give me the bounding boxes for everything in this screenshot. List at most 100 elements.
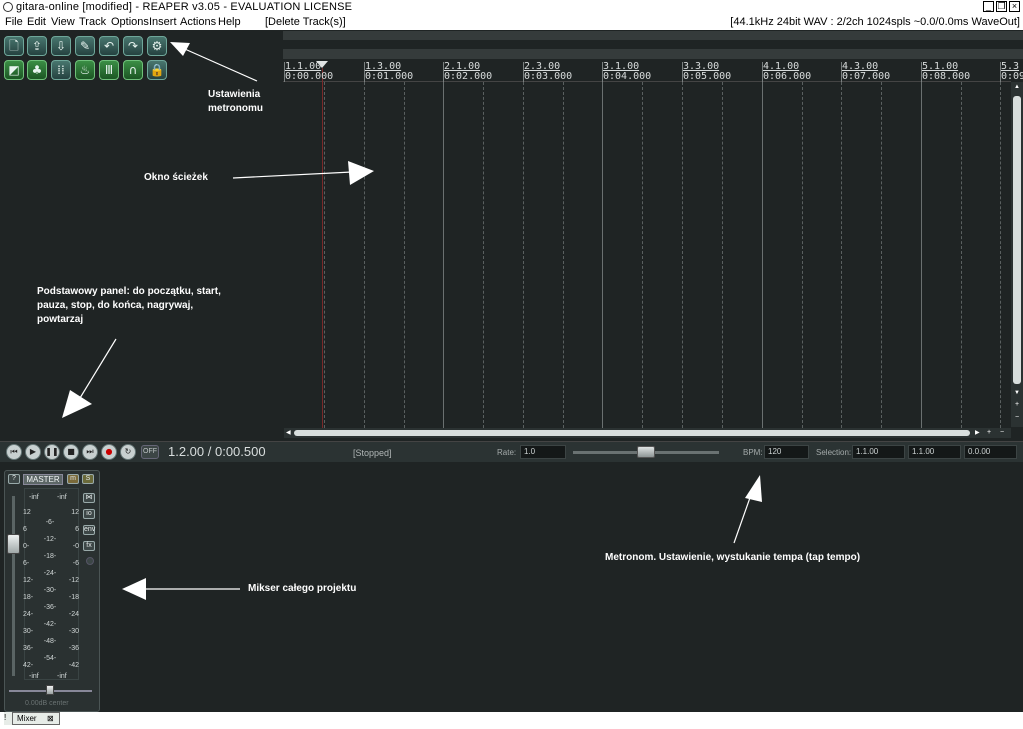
play-state-text: [Stopped] (353, 448, 392, 458)
meter-scale-label: 30- (23, 628, 34, 635)
window-title: gitara-online [modified] - REAPER v3.05 … (16, 1, 353, 13)
bpm-field[interactable]: 120 (764, 445, 809, 459)
meter-scale-label: -30- (43, 587, 57, 594)
master-label: MASTER (23, 474, 63, 485)
go-to-start-icon: ⏮ (10, 447, 18, 456)
panel-annotation-arrow (79, 338, 117, 399)
play-button[interactable]: ▶ (25, 444, 41, 460)
metronome-annotation-arrow (177, 45, 258, 82)
metronome-settings-note: Ustawienia metronomu (208, 88, 263, 116)
volume-fader-thumb[interactable] (7, 534, 20, 554)
last-action-indicator[interactable]: [Delete Track(s)] (265, 15, 346, 29)
mixer-tab-label: Mixer (17, 714, 37, 723)
env-button[interactable]: env (83, 525, 95, 535)
off-toggle-button[interactable]: OFF (141, 445, 159, 459)
rate-label: Rate: (497, 448, 517, 457)
route-icon: ⋈ (85, 494, 93, 501)
meter-scale-label: 6- (23, 560, 30, 567)
note-line: powtarzaj (37, 314, 84, 325)
meter-scale-label: 12- (23, 577, 34, 584)
tracks-annotation-arrow (232, 171, 353, 179)
selection-length-field[interactable]: 0.0.00 (964, 445, 1017, 459)
fx-button[interactable]: fx (83, 541, 95, 551)
mixer-dock-grip[interactable]: ! (4, 712, 12, 725)
stop-button[interactable]: ■ (63, 444, 79, 460)
meter-scale-label: -36- (43, 604, 57, 611)
selection-end-field[interactable]: 1.1.00 (908, 445, 961, 459)
meter-scale-label: -18 (68, 594, 79, 601)
mixer-tab[interactable]: Mixer ⊠ (12, 712, 60, 725)
meter-scale-label: 6 (75, 526, 79, 533)
meter-scale-label: -18- (43, 553, 57, 560)
note-line: Ustawienia (208, 89, 261, 100)
meter-scale-label: -6- (45, 519, 55, 526)
meter-scale-label: 42- (23, 662, 34, 669)
menu-options[interactable]: Options (111, 15, 149, 29)
pan-readout: 0.00dB center (25, 700, 69, 707)
pause-icon: ❚❚ (45, 447, 59, 456)
bottom-peak-right: -inf (57, 673, 67, 680)
tracks-window-note: Okno ścieżek (144, 172, 208, 183)
phase-button[interactable]: ⋈ (83, 493, 95, 503)
play-icon: ▶ (29, 447, 37, 456)
metronome-tempo-annotation-arrow (733, 491, 753, 544)
project-mixer-note: Mikser całego projektu (248, 583, 357, 594)
record-button[interactable]: ● (101, 444, 117, 460)
menu-view[interactable]: View (51, 15, 75, 29)
meter-scale-label: -48- (43, 638, 57, 645)
io-button[interactable]: io (83, 509, 95, 519)
solo-button[interactable]: S (82, 474, 94, 484)
mute-button[interactable]: m (67, 474, 79, 484)
go-to-start-button[interactable]: ⏮ (6, 444, 22, 460)
selection-label: Selection: (816, 448, 852, 457)
bpm-label: BPM: (743, 448, 763, 457)
title-bar: gitara-online [modified] - REAPER v3.05 … (0, 0, 1023, 14)
meter-scale-label: 36- (23, 645, 34, 652)
selection-start-field[interactable]: 1.1.00 (852, 445, 905, 459)
meter-scale-label: -30 (68, 628, 79, 635)
menu-help[interactable]: Help (218, 15, 241, 29)
meter-scale-label: -12- (43, 536, 57, 543)
menu-actions[interactable]: Actions (180, 15, 216, 29)
help-button[interactable]: ? (8, 474, 20, 484)
menu-bar: File Edit View Track Options Insert Acti… (0, 15, 1023, 29)
meter-scale-label: -0 (72, 543, 79, 550)
position-display[interactable]: 1.2.00 / 0:00.500 (168, 444, 266, 459)
rate-field[interactable]: 1.0 (520, 445, 566, 459)
menu-insert[interactable]: Insert (149, 15, 177, 29)
annotation-arrows (62, 42, 762, 600)
minimize-button[interactable]: _ (983, 1, 994, 12)
fx-bypass-icon[interactable] (86, 557, 94, 565)
menu-edit[interactable]: Edit (27, 15, 46, 29)
meter-scale-label: 24- (23, 611, 34, 618)
note-line: pauza, stop, do końca, nagrywaj, (37, 300, 194, 311)
close-button[interactable]: × (1009, 1, 1020, 12)
pan-slider-thumb[interactable] (46, 685, 54, 695)
meter-scale-label: -42 (68, 662, 79, 669)
note-line: metronomu (208, 103, 263, 114)
stop-icon: ■ (67, 447, 75, 456)
repeat-button[interactable]: ↻ (120, 444, 136, 460)
volume-fader-track[interactable] (12, 496, 15, 676)
bottom-peak-left: -inf (29, 673, 39, 680)
meter-scale-label: -36 (68, 645, 79, 652)
menu-file[interactable]: File (5, 15, 23, 29)
meter-scale-label: -54- (43, 655, 57, 662)
rate-slider-thumb[interactable] (637, 446, 655, 458)
meter-scale-label: 12 (23, 509, 31, 516)
meter-scale-label: -24 (68, 611, 79, 618)
basic-panel-note: Podstawowy panel: do początku, start, pa… (37, 285, 221, 327)
meter-scale-label: -12 (68, 577, 79, 584)
record-icon: ● (105, 447, 113, 456)
meter-scale-label: 6 (23, 526, 27, 533)
meter-scale-label: 12 (71, 509, 79, 516)
note-line: Podstawowy panel: do początku, start, (37, 286, 221, 297)
go-to-end-icon: ⏭ (86, 447, 94, 456)
go-to-end-button[interactable]: ⏭ (82, 444, 98, 460)
pause-button[interactable]: ❚❚ (44, 444, 60, 460)
menu-track[interactable]: Track (79, 15, 106, 29)
restore-button[interactable]: ❐ (996, 1, 1007, 12)
meter-scale-label: -6 (72, 560, 79, 567)
audio-status[interactable]: [44.1kHz 24bit WAV : 2/2ch 1024spls ~0.0… (730, 15, 1020, 29)
close-tab-icon[interactable]: ⊠ (47, 713, 54, 724)
